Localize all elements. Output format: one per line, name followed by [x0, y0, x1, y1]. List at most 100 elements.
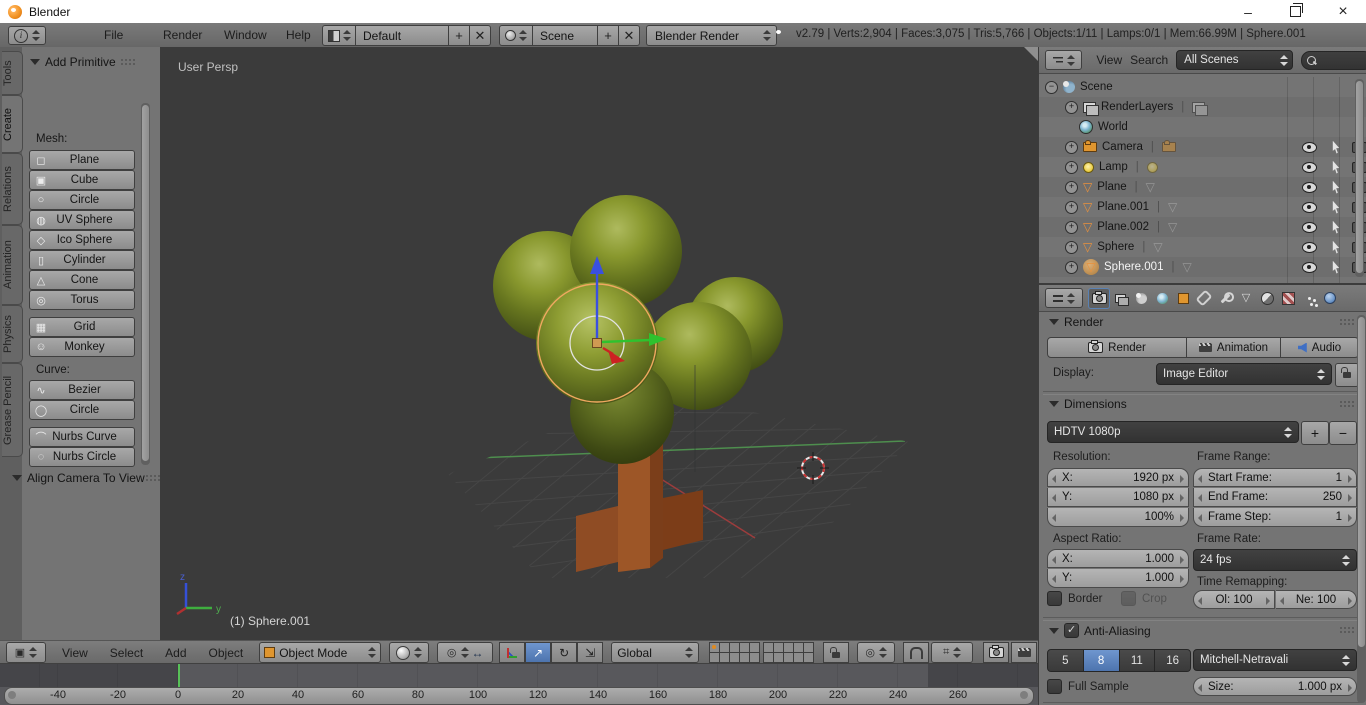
outliner-scrollbar[interactable]: [1355, 79, 1364, 277]
selectability-toggle[interactable]: [1331, 261, 1341, 274]
expand-icon[interactable]: +: [1065, 221, 1078, 234]
tab-physics[interactable]: Physics: [2, 305, 23, 363]
aspect-y-field[interactable]: Y:1.000: [1047, 569, 1189, 588]
border-option[interactable]: Border: [1047, 591, 1103, 606]
menu-window[interactable]: Window: [224, 28, 267, 42]
tab-particles[interactable]: [1299, 289, 1319, 308]
tool-shelf-scrollbar[interactable]: [141, 103, 150, 465]
add-circle-curve-button[interactable]: Circle: [29, 400, 135, 420]
panel-drag-dots-icon[interactable]: [1340, 401, 1355, 408]
visibility-toggle[interactable]: [1302, 182, 1317, 193]
selectability-toggle[interactable]: [1331, 201, 1341, 214]
tab-tools[interactable]: Tools: [2, 51, 23, 95]
screen-layout-field[interactable]: Default: [355, 25, 456, 46]
audio-button[interactable]: Audio: [1281, 337, 1359, 358]
anti-aliasing-checkbox[interactable]: [1064, 623, 1079, 638]
manipulator-toggle-icon[interactable]: ↔: [472, 646, 484, 660]
anti-aliasing-panel-header[interactable]: Anti-Aliasing: [1049, 623, 1355, 638]
outliner-row-plane-001[interactable]: + Plane.001 |: [1039, 197, 1366, 217]
expand-icon[interactable]: +: [1065, 241, 1078, 254]
render-opengl-anim-button[interactable]: [1011, 642, 1037, 663]
add-primitive-panel-header[interactable]: Add Primitive: [30, 55, 150, 69]
tab-create[interactable]: Create: [2, 95, 23, 153]
timeline-scrollbar[interactable]: [4, 687, 1034, 705]
border-checkbox[interactable]: [1047, 591, 1062, 606]
render-engine-dropdown[interactable]: Blender Render: [646, 25, 777, 46]
tab-world[interactable]: [1152, 289, 1172, 308]
outliner-row-world[interactable]: World: [1039, 117, 1366, 137]
row-label[interactable]: Camera: [1102, 141, 1143, 153]
snap-element-dropdown[interactable]: ⌗: [931, 642, 973, 663]
restore-button[interactable]: [1280, 1, 1310, 23]
aspect-x-field[interactable]: X:1.000: [1047, 549, 1189, 568]
add-bezier-button[interactable]: Bezier: [29, 380, 135, 400]
tab-physics[interactable]: [1320, 289, 1340, 308]
panel-drag-dots-icon[interactable]: [1340, 319, 1355, 326]
outliner-row-camera[interactable]: + Camera |: [1039, 137, 1366, 157]
panel-drag-dots-icon[interactable]: [121, 59, 136, 66]
editor-type-3dview-button[interactable]: ▣: [6, 642, 46, 663]
timeline-playhead[interactable]: [178, 664, 180, 687]
row-label[interactable]: Plane.002: [1097, 221, 1149, 233]
end-frame-field[interactable]: End Frame:250: [1193, 488, 1357, 507]
expand-icon[interactable]: +: [1065, 161, 1078, 174]
add-cylinder-button[interactable]: Cylinder: [29, 250, 135, 270]
expand-icon[interactable]: +: [1065, 261, 1078, 274]
display-lock-button[interactable]: [1335, 363, 1359, 387]
render-button[interactable]: Render: [1047, 337, 1187, 358]
visibility-toggle[interactable]: [1302, 242, 1317, 253]
selectability-toggle[interactable]: [1331, 241, 1341, 254]
scene-delete-button[interactable]: ✕: [618, 25, 640, 46]
collapse-icon[interactable]: −: [1045, 81, 1058, 94]
transform-orientation-dropdown[interactable]: Global: [611, 642, 699, 663]
visibility-toggle[interactable]: [1302, 202, 1317, 213]
timeline[interactable]: -40 -20 0 20 40 60 80 100 120 140 160 18…: [0, 663, 1039, 705]
add-circle-button[interactable]: Circle: [29, 190, 135, 210]
manipulator-rotate-button[interactable]: ↻: [551, 642, 577, 663]
remap-old-field[interactable]: Ol: 100: [1193, 590, 1275, 609]
preset-remove-button[interactable]: −: [1329, 421, 1357, 445]
add-nurbs-circle-button[interactable]: Nurbs Circle: [29, 447, 135, 467]
selectability-toggle[interactable]: [1331, 221, 1341, 234]
tab-render[interactable]: [1089, 289, 1109, 308]
properties-scrollbar[interactable]: [1357, 315, 1366, 703]
expand-icon[interactable]: +: [1065, 201, 1078, 214]
manipulator-scale-button[interactable]: ⇲: [577, 642, 603, 663]
screen-layout-icon-button[interactable]: [322, 25, 356, 46]
outliner-search-input[interactable]: [1301, 51, 1366, 70]
outliner-row-plane[interactable]: + Plane |: [1039, 177, 1366, 197]
selectability-toggle[interactable]: [1331, 141, 1341, 154]
tab-scene[interactable]: [1131, 289, 1151, 308]
aa-filter-dropdown[interactable]: Mitchell-Netravali: [1193, 649, 1357, 671]
manipulator-translate-button[interactable]: ↗: [525, 642, 551, 663]
outliner-row-plane-002[interactable]: + Plane.002 |: [1039, 217, 1366, 237]
resolution-y-field[interactable]: Y:1080 px: [1047, 488, 1189, 507]
tab-render-layers[interactable]: [1110, 289, 1130, 308]
close-button[interactable]: ×: [1328, 1, 1358, 23]
panel-drag-dots-icon[interactable]: [146, 475, 154, 482]
tab-material[interactable]: [1257, 289, 1277, 308]
visibility-toggle[interactable]: [1302, 142, 1317, 153]
menu-add[interactable]: Add: [165, 646, 186, 660]
selectability-toggle[interactable]: [1331, 181, 1341, 194]
row-label[interactable]: Sphere.001: [1104, 261, 1163, 273]
row-label[interactable]: Sphere: [1097, 241, 1134, 253]
layout-add-button[interactable]: +: [448, 25, 470, 46]
scene-field[interactable]: Scene: [532, 25, 605, 46]
tab-modifiers[interactable]: [1215, 289, 1235, 308]
row-label[interactable]: Plane.001: [1097, 201, 1149, 213]
full-sample-checkbox[interactable]: [1047, 679, 1062, 694]
menu-file[interactable]: File: [104, 28, 123, 42]
aa-samples-16[interactable]: 16: [1155, 650, 1190, 671]
layers-widget[interactable]: [709, 642, 813, 663]
outliner-menu-search[interactable]: Search: [1130, 53, 1168, 67]
outliner-row-sphere[interactable]: + Sphere |: [1039, 237, 1366, 257]
tab-object-data[interactable]: [1236, 289, 1256, 308]
visibility-toggle[interactable]: [1302, 222, 1317, 233]
add-cone-button[interactable]: Cone: [29, 270, 135, 290]
outliner-menu-view[interactable]: View: [1096, 53, 1122, 67]
aa-samples-5[interactable]: 5: [1048, 650, 1084, 671]
add-cube-button[interactable]: Cube: [29, 170, 135, 190]
aa-samples-11[interactable]: 11: [1120, 650, 1156, 671]
lock-to-scene-button[interactable]: [823, 642, 849, 663]
